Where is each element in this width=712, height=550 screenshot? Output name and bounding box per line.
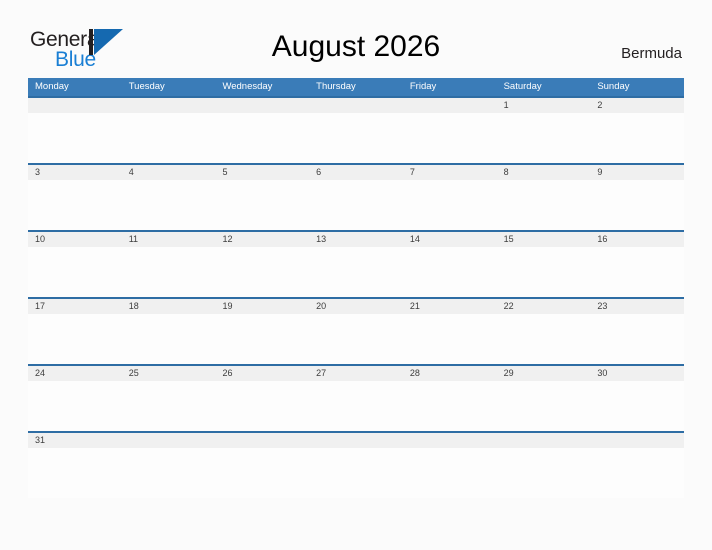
page-title: August 2026 (271, 30, 441, 63)
day-cell[interactable]: 21 (403, 299, 497, 314)
day-cell[interactable]: 25 (122, 366, 216, 381)
day-cell[interactable] (497, 433, 591, 448)
day-cell[interactable]: 17 (28, 299, 122, 314)
week-date-band: 17 18 19 20 21 22 23 (28, 299, 684, 314)
week-note-area[interactable] (28, 247, 684, 297)
day-cell[interactable]: 16 (590, 232, 684, 247)
day-cell[interactable]: 18 (122, 299, 216, 314)
week-row: 24 25 26 27 28 29 30 (28, 364, 684, 431)
calendar-grid: Monday Tuesday Wednesday Thursday Friday… (28, 78, 684, 498)
day-cell[interactable] (403, 433, 497, 448)
day-cell[interactable] (590, 433, 684, 448)
day-cell[interactable]: 19 (215, 299, 309, 314)
page-header: General Blue August 2026 Bermuda (0, 0, 712, 78)
day-cell[interactable]: 1 (497, 98, 591, 113)
weekday-header-friday: Friday (409, 81, 437, 92)
day-cell[interactable] (122, 433, 216, 448)
week-date-band: 31 (28, 433, 684, 448)
day-cell[interactable]: 5 (215, 165, 309, 180)
day-cell[interactable]: 14 (403, 232, 497, 247)
calendar-page: General Blue August 2026 Bermuda Monday … (0, 0, 712, 550)
week-note-area[interactable] (28, 314, 684, 364)
week-date-band: 1 2 (28, 98, 684, 113)
week-row: 1 2 (28, 96, 684, 163)
week-date-band: 24 25 26 27 28 29 30 (28, 366, 684, 381)
day-cell[interactable]: 20 (309, 299, 403, 314)
week-note-area[interactable] (28, 180, 684, 230)
week-row: 17 18 19 20 21 22 23 (28, 297, 684, 364)
week-note-area[interactable] (28, 113, 684, 163)
week-row: 10 11 12 13 14 15 16 (28, 230, 684, 297)
day-cell[interactable]: 31 (28, 433, 122, 448)
day-cell[interactable] (28, 98, 122, 113)
weekday-header-saturday: Saturday (503, 81, 542, 92)
day-cell[interactable] (309, 433, 403, 448)
day-cell[interactable]: 30 (590, 366, 684, 381)
day-cell[interactable] (215, 98, 309, 113)
country-label: Bermuda (621, 45, 682, 62)
day-cell[interactable]: 4 (122, 165, 216, 180)
day-cell[interactable]: 7 (403, 165, 497, 180)
weekday-header-monday: Monday (35, 81, 69, 92)
day-cell[interactable]: 3 (28, 165, 122, 180)
day-cell[interactable]: 26 (215, 366, 309, 381)
weekday-header-wednesday: Wednesday (222, 81, 273, 92)
day-cell[interactable]: 23 (590, 299, 684, 314)
day-cell[interactable] (215, 433, 309, 448)
day-cell[interactable]: 8 (497, 165, 591, 180)
weekday-header-tuesday: Tuesday (128, 81, 165, 92)
weekday-header-sunday: Sunday (597, 81, 630, 92)
day-cell[interactable]: 22 (497, 299, 591, 314)
day-cell[interactable]: 15 (497, 232, 591, 247)
week-date-band: 10 11 12 13 14 15 16 (28, 232, 684, 247)
week-row: 3 4 5 6 7 8 9 (28, 163, 684, 230)
day-cell[interactable]: 6 (309, 165, 403, 180)
weekday-header-thursday: Thursday (316, 81, 356, 92)
weekday-header-row: Monday Tuesday Wednesday Thursday Friday… (28, 78, 684, 96)
day-cell[interactable] (403, 98, 497, 113)
day-cell[interactable]: 2 (590, 98, 684, 113)
day-cell[interactable]: 29 (497, 366, 591, 381)
day-cell[interactable]: 12 (215, 232, 309, 247)
day-cell[interactable]: 11 (122, 232, 216, 247)
week-note-area[interactable] (28, 448, 684, 498)
day-cell[interactable] (309, 98, 403, 113)
day-cell[interactable]: 13 (309, 232, 403, 247)
day-cell[interactable]: 10 (28, 232, 122, 247)
day-cell[interactable]: 27 (309, 366, 403, 381)
day-cell[interactable]: 28 (403, 366, 497, 381)
day-cell[interactable] (122, 98, 216, 113)
week-row: 31 (28, 431, 684, 498)
week-date-band: 3 4 5 6 7 8 9 (28, 165, 684, 180)
day-cell[interactable]: 9 (590, 165, 684, 180)
week-note-area[interactable] (28, 381, 684, 431)
day-cell[interactable]: 24 (28, 366, 122, 381)
